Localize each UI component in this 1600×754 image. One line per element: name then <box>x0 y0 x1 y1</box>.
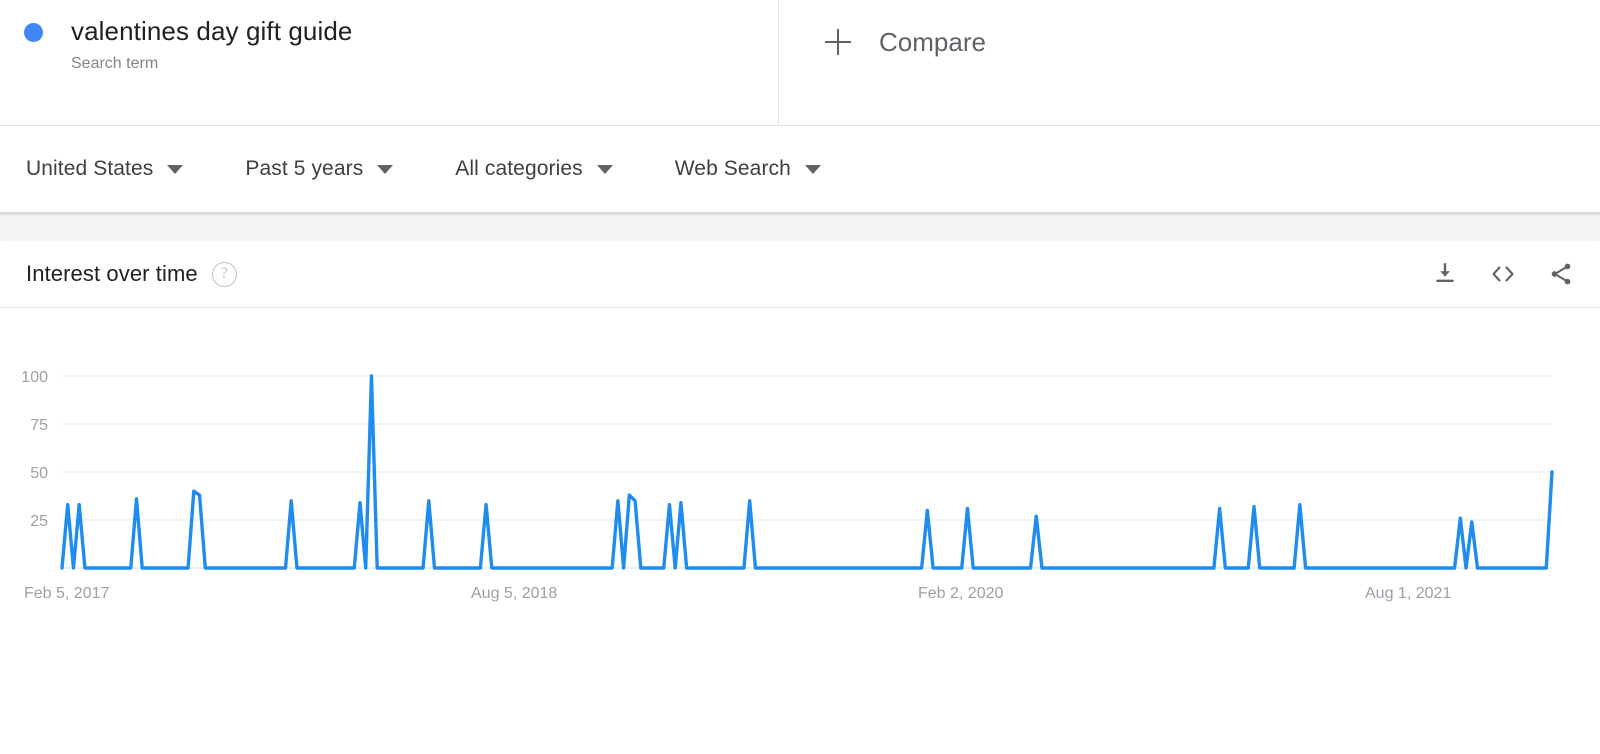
search-term-subtitle: Search term <box>71 55 159 72</box>
search-term-bar: valentines day gift guide Search term Co… <box>0 0 1600 126</box>
chart-svg: 25 50 75 100 Feb 5, 2017 Aug 5, 2018 Feb 2, 20… <box>21 369 1554 602</box>
plus-icon <box>825 29 851 55</box>
filter-category[interactable]: All categories <box>455 156 613 182</box>
embed-code-icon[interactable] <box>1488 259 1518 289</box>
chevron-down-icon <box>804 164 821 174</box>
filter-search-type[interactable]: Web Search <box>675 156 821 182</box>
chevron-down-icon <box>167 164 184 174</box>
filter-time-range[interactable]: Past 5 years <box>245 156 394 182</box>
card-header: Interest over time ? <box>0 241 1600 308</box>
filter-location-label: United States <box>26 157 154 180</box>
add-comparison-button[interactable]: Compare <box>825 26 986 58</box>
svg-text:100: 100 <box>21 369 48 386</box>
chevron-down-icon <box>596 164 613 174</box>
svg-text:50: 50 <box>30 465 48 482</box>
chevron-down-icon <box>377 164 394 174</box>
svg-text:25: 25 <box>30 513 48 530</box>
filter-category-label: All categories <box>455 157 583 180</box>
filter-search-type-label: Web Search <box>674 157 791 180</box>
interest-over-time-card: Interest over time ? 25 50 75 100 Feb 5,… <box>0 241 1600 748</box>
filter-bar: United States Past 5 years All categorie… <box>0 126 1600 213</box>
series-color-dot <box>24 23 43 42</box>
svg-text:Feb 5, 2017: Feb 5, 2017 <box>24 585 110 602</box>
section-gap-band <box>0 213 1600 241</box>
search-term-title: valentines day gift guide <box>71 16 353 46</box>
share-icon[interactable] <box>1546 259 1576 289</box>
help-circle-icon[interactable]: ? <box>211 261 237 287</box>
compare-cell: Compare <box>779 0 1600 125</box>
interest-over-time-chart[interactable]: 25 50 75 100 Feb 5, 2017 Aug 5, 2018 Feb 2, 20… <box>0 308 1600 748</box>
svg-text:Aug 5, 2018: Aug 5, 2018 <box>471 585 557 602</box>
download-icon[interactable] <box>1430 259 1460 289</box>
svg-text:Feb 2, 2020: Feb 2, 2020 <box>918 585 1004 602</box>
filter-location[interactable]: United States <box>26 156 184 182</box>
card-actions <box>1430 259 1576 289</box>
card-title: Interest over time <box>26 261 198 286</box>
svg-text:Aug 1, 2021: Aug 1, 2021 <box>1365 585 1451 602</box>
svg-text:75: 75 <box>30 417 48 434</box>
filter-time-range-label: Past 5 years <box>245 157 364 180</box>
compare-label: Compare <box>879 27 986 57</box>
search-term-card[interactable]: valentines day gift guide Search term <box>0 0 779 125</box>
